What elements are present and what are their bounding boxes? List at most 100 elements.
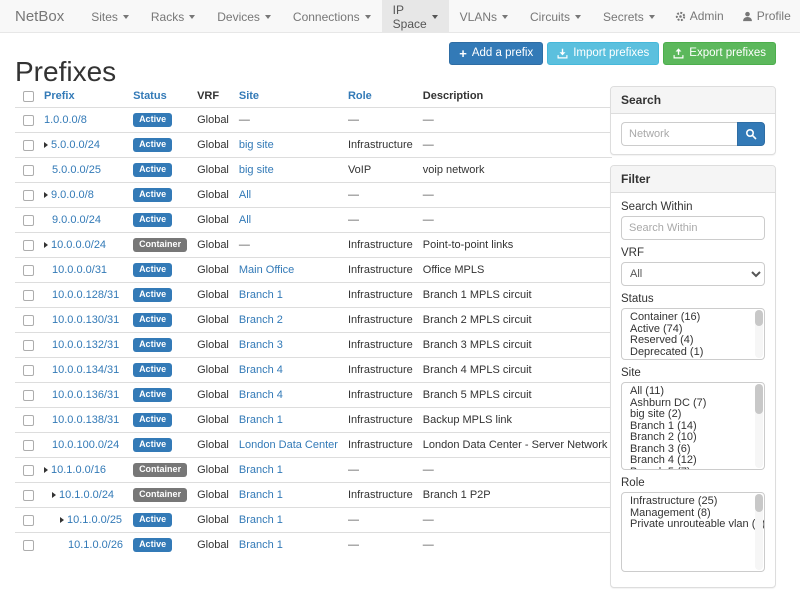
prefix-link[interactable]: 10.0.0.136/31 bbox=[52, 389, 119, 401]
table-row: 5.0.0.0/25ActiveGlobalbig siteVoIPvoip n… bbox=[15, 158, 612, 183]
listbox-option[interactable]: Branch 3 (6) bbox=[622, 444, 764, 456]
listbox-option[interactable]: Infrastructure (25) bbox=[622, 496, 764, 508]
prefix-link[interactable]: 10.0.100.0/24 bbox=[52, 439, 119, 451]
site-link[interactable]: Branch 4 bbox=[239, 389, 283, 401]
scrollbar-track[interactable] bbox=[755, 384, 763, 468]
profile-link[interactable]: Profile bbox=[733, 9, 800, 23]
site-link[interactable]: Branch 1 bbox=[239, 539, 283, 551]
import-prefixes-button[interactable]: Import prefixes bbox=[547, 42, 659, 65]
status-badge: Active bbox=[133, 513, 172, 527]
scrollbar-track[interactable] bbox=[755, 494, 763, 570]
table-row: 1.0.0.0/8ActiveGlobal——— bbox=[15, 108, 612, 133]
prefix-link[interactable]: 10.1.0.0/25 bbox=[67, 514, 122, 526]
site-link[interactable]: Branch 4 bbox=[239, 364, 283, 376]
site-link[interactable]: Main Office bbox=[239, 264, 294, 276]
site-link[interactable]: Branch 2 bbox=[239, 314, 283, 326]
prefix-link[interactable]: 10.0.0.132/31 bbox=[52, 339, 119, 351]
sort-role[interactable]: Role bbox=[348, 90, 372, 102]
scrollbar-thumb[interactable] bbox=[755, 494, 763, 512]
row-checkbox[interactable] bbox=[23, 115, 34, 126]
row-checkbox[interactable] bbox=[23, 390, 34, 401]
scrollbar-track[interactable] bbox=[755, 310, 763, 358]
prefix-link[interactable]: 10.1.0.0/24 bbox=[59, 489, 114, 501]
row-checkbox[interactable] bbox=[23, 490, 34, 501]
listbox-option[interactable]: Deprecated (1) bbox=[622, 347, 764, 359]
role-cell: Infrastructure bbox=[348, 264, 413, 276]
prefix-link[interactable]: 9.0.0.0/24 bbox=[52, 214, 101, 226]
row-checkbox[interactable] bbox=[23, 140, 34, 151]
prefix-link[interactable]: 10.0.0.134/31 bbox=[52, 364, 119, 376]
scrollbar-thumb[interactable] bbox=[755, 384, 763, 414]
export-prefixes-button[interactable]: Export prefixes bbox=[663, 42, 776, 65]
brand-logo[interactable]: NetBox bbox=[0, 0, 80, 32]
search-input[interactable] bbox=[621, 122, 737, 146]
vrf-cell: Global bbox=[192, 133, 234, 158]
empty-value: — bbox=[239, 239, 250, 251]
prefix-link[interactable]: 10.0.0.0/31 bbox=[52, 264, 107, 276]
prefix-link[interactable]: 9.0.0.0/8 bbox=[51, 189, 94, 201]
site-link[interactable]: All bbox=[239, 214, 251, 226]
listbox-option[interactable]: Management (8) bbox=[622, 508, 764, 520]
row-checkbox[interactable] bbox=[23, 540, 34, 551]
listbox-option[interactable]: big site (2) bbox=[622, 409, 764, 421]
select-all-checkbox[interactable] bbox=[23, 91, 34, 102]
listbox-option[interactable]: All (11) bbox=[622, 386, 764, 398]
site-link[interactable]: Branch 3 bbox=[239, 339, 283, 351]
site-link[interactable]: All bbox=[239, 189, 251, 201]
row-checkbox[interactable] bbox=[23, 290, 34, 301]
admin-link[interactable]: Admin bbox=[666, 9, 733, 23]
prefix-link[interactable]: 10.0.0.130/31 bbox=[52, 314, 119, 326]
site-link[interactable]: Branch 1 bbox=[239, 289, 283, 301]
listbox-option[interactable]: Private unrouteable vlan (0) bbox=[622, 519, 764, 531]
prefix-link[interactable]: 10.0.0.138/31 bbox=[52, 414, 119, 426]
vrf-cell: Global bbox=[192, 508, 234, 533]
listbox-option[interactable]: Branch 5 (7) bbox=[622, 467, 764, 471]
listbox-option[interactable]: Reserved (4) bbox=[622, 335, 764, 347]
row-checkbox[interactable] bbox=[23, 515, 34, 526]
listbox-option[interactable]: Branch 1 (14) bbox=[622, 421, 764, 433]
prefix-link[interactable]: 10.1.0.0/26 bbox=[68, 539, 123, 551]
add-prefix-button[interactable]: + Add a prefix bbox=[449, 42, 543, 65]
sort-site[interactable]: Site bbox=[239, 90, 259, 102]
row-checkbox[interactable] bbox=[23, 340, 34, 351]
site-link[interactable]: big site bbox=[239, 164, 274, 176]
row-checkbox[interactable] bbox=[23, 315, 34, 326]
row-checkbox[interactable] bbox=[23, 265, 34, 276]
user-icon bbox=[742, 11, 753, 22]
chevron-down-icon bbox=[365, 15, 371, 19]
site-link[interactable]: Branch 1 bbox=[239, 464, 283, 476]
row-checkbox[interactable] bbox=[23, 440, 34, 451]
search-within-input[interactable] bbox=[621, 216, 765, 240]
vrf-select[interactable]: All bbox=[621, 262, 765, 286]
row-checkbox[interactable] bbox=[23, 365, 34, 376]
prefix-link[interactable]: 5.0.0.0/24 bbox=[51, 139, 100, 151]
site-link[interactable]: Branch 1 bbox=[239, 489, 283, 501]
listbox-option[interactable]: Active (74) bbox=[622, 324, 764, 336]
row-checkbox[interactable] bbox=[23, 215, 34, 226]
listbox-option[interactable]: Container (16) bbox=[622, 312, 764, 324]
search-button[interactable] bbox=[737, 122, 765, 146]
prefix-link[interactable]: 1.0.0.0/8 bbox=[44, 114, 87, 126]
scrollbar-thumb[interactable] bbox=[755, 310, 763, 326]
site-link[interactable]: London Data Center bbox=[239, 439, 338, 451]
prefix-link[interactable]: 10.1.0.0/16 bbox=[51, 464, 106, 476]
listbox-option[interactable]: Branch 2 (10) bbox=[622, 432, 764, 444]
sort-prefix[interactable]: Prefix bbox=[44, 90, 75, 102]
empty-value: — bbox=[348, 539, 359, 551]
row-checkbox[interactable] bbox=[23, 240, 34, 251]
site-link[interactable]: big site bbox=[239, 139, 274, 151]
sort-status[interactable]: Status bbox=[133, 90, 167, 102]
site-link[interactable]: Branch 1 bbox=[239, 514, 283, 526]
nav-item-label: Racks bbox=[151, 10, 184, 24]
row-checkbox[interactable] bbox=[23, 165, 34, 176]
nav-item-ip-space: IP Space bbox=[382, 0, 449, 32]
listbox-option[interactable]: Branch 4 (12) bbox=[622, 455, 764, 467]
prefix-link[interactable]: 10.0.0.0/24 bbox=[51, 239, 106, 251]
listbox-option[interactable]: Ashburn DC (7) bbox=[622, 398, 764, 410]
row-checkbox[interactable] bbox=[23, 415, 34, 426]
row-checkbox[interactable] bbox=[23, 190, 34, 201]
prefix-link[interactable]: 5.0.0.0/25 bbox=[52, 164, 101, 176]
row-checkbox[interactable] bbox=[23, 465, 34, 476]
site-link[interactable]: Branch 1 bbox=[239, 414, 283, 426]
prefix-link[interactable]: 10.0.0.128/31 bbox=[52, 289, 119, 301]
